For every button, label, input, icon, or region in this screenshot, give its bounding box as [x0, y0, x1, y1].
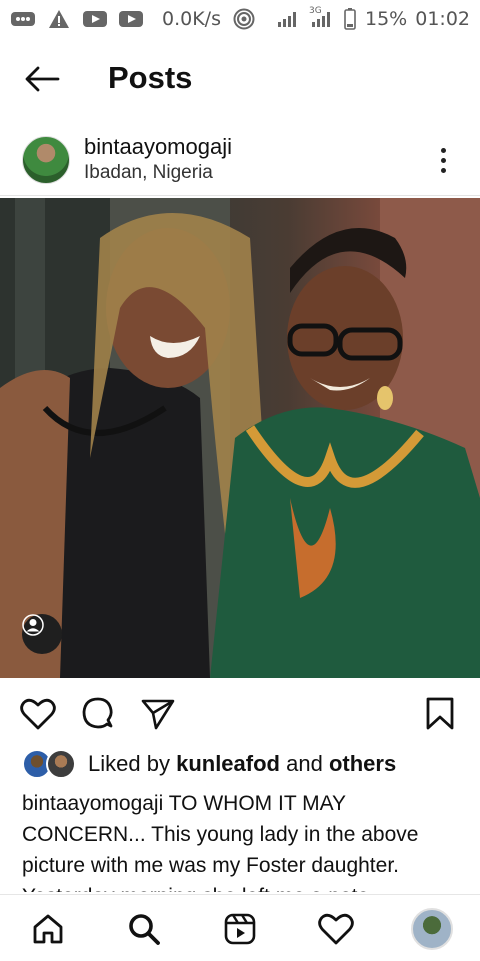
status-icons-left: 0.0K/s — [10, 8, 257, 30]
liked-by-others[interactable]: others — [329, 751, 396, 776]
page-title: Posts — [108, 60, 193, 95]
post-actions — [0, 690, 480, 738]
more-options-button[interactable] — [428, 142, 458, 178]
post-header: bintaayomogaji Ibadan, Nigeria — [0, 128, 480, 194]
bookmark-icon — [426, 697, 454, 730]
battery-icon — [343, 8, 357, 30]
comment-button[interactable] — [78, 694, 118, 734]
net-speed: 0.0K/s — [162, 8, 221, 30]
liked-by-user[interactable]: kunleafod — [176, 751, 280, 776]
liked-by-and: and — [286, 751, 323, 776]
header: Posts — [0, 48, 480, 112]
search-icon — [129, 914, 160, 945]
like-button[interactable] — [18, 694, 58, 734]
liked-by-prefix: Liked by — [88, 751, 170, 776]
youtube-icon — [82, 10, 108, 28]
battery-level: 15% — [365, 8, 408, 30]
comment-icon — [82, 697, 113, 729]
signal-icon: 3G — [309, 6, 335, 28]
nav-home[interactable] — [26, 907, 70, 951]
network-type: 3G — [309, 6, 322, 16]
heart-icon — [20, 698, 56, 730]
post-username[interactable]: bintaayomogaji — [84, 134, 232, 160]
post-caption: bintaayomogaji TO WHOM IT MAY CONCERN...… — [22, 788, 462, 892]
home-icon — [33, 914, 63, 944]
nav-reels[interactable] — [218, 907, 262, 951]
nav-profile[interactable] — [410, 907, 454, 951]
clock: 01:02 — [415, 8, 470, 30]
post-location[interactable]: Ibadan, Nigeria — [84, 162, 213, 184]
status-bar: 0.0K/s 3G 15% 01:02 — [0, 0, 480, 38]
liked-by-text: Liked by kunleafod and others — [88, 751, 396, 777]
profile-avatar — [411, 908, 453, 950]
person-icon — [22, 614, 44, 636]
more-dot — [440, 147, 446, 153]
liker-avatars — [22, 749, 76, 779]
photo-illustration — [0, 198, 480, 678]
save-button[interactable] — [420, 694, 460, 734]
liker-avatar — [46, 749, 76, 779]
more-dot — [440, 157, 446, 163]
nav-search[interactable] — [122, 907, 166, 951]
warning-icon — [46, 10, 72, 28]
share-button[interactable] — [138, 694, 178, 734]
back-arrow-icon — [25, 66, 60, 92]
caption-username[interactable]: bintaayomogaji — [22, 792, 163, 815]
post-photo[interactable] — [0, 198, 480, 678]
divider — [0, 195, 480, 196]
messages-icon — [10, 10, 36, 28]
more-dot — [440, 167, 446, 173]
back-button[interactable] — [22, 62, 62, 96]
signal-icon — [275, 10, 301, 28]
avatar[interactable] — [22, 136, 70, 184]
send-icon — [141, 699, 175, 730]
hotspot-icon — [231, 8, 257, 30]
heart-icon — [318, 913, 354, 945]
bottom-nav — [0, 894, 480, 961]
reels-icon — [224, 913, 256, 945]
likes-row[interactable]: Liked by kunleafod and others — [22, 748, 472, 780]
youtube-icon — [118, 10, 144, 28]
nav-activity[interactable] — [314, 907, 358, 951]
status-icons-right: 3G 15% 01:02 — [275, 6, 470, 30]
tagged-users-button[interactable] — [22, 614, 62, 654]
